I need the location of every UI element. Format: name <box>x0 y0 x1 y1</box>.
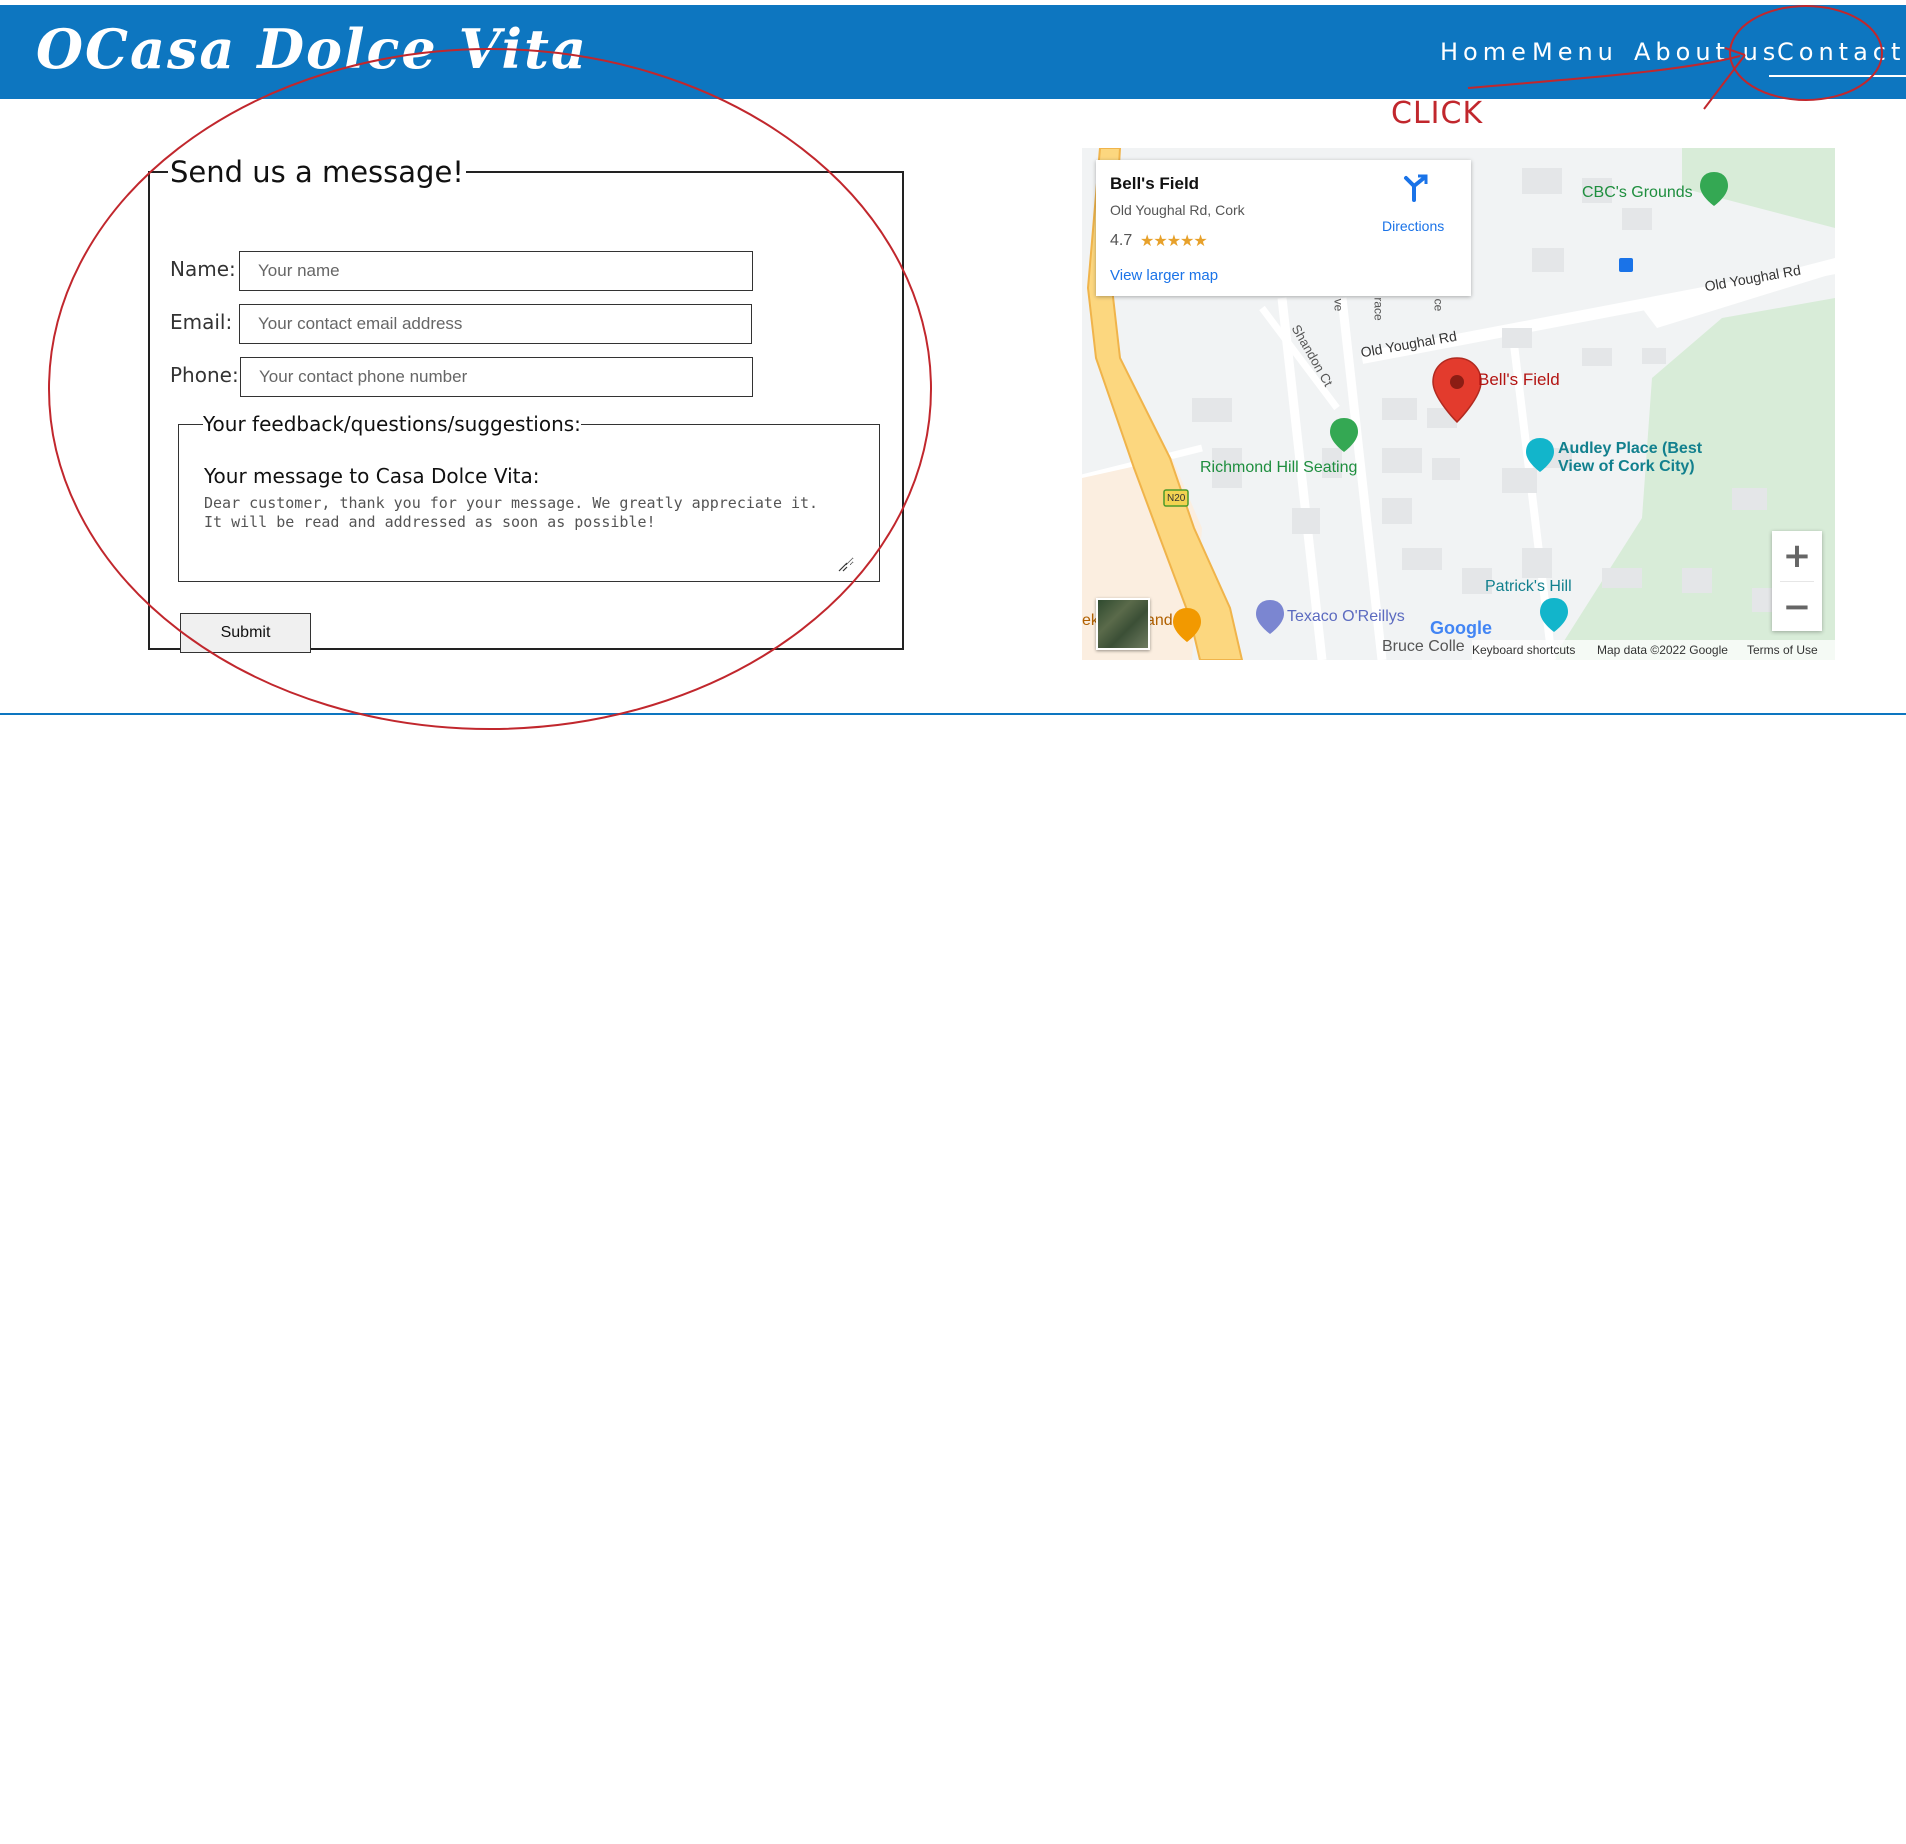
feedback-fieldset: Your feedback/questions/suggestions: You… <box>178 412 880 582</box>
name-input[interactable] <box>239 251 753 291</box>
content-divider <box>0 713 1906 715</box>
site-logo[interactable]: OCasa Dolce Vita <box>36 17 588 81</box>
embedded-map[interactable]: CBC's Grounds Old Youghal Rd Old Youghal… <box>1082 148 1835 660</box>
phone-label: Phone: <box>170 363 239 387</box>
map-label-patricks[interactable]: Patrick's Hill <box>1485 578 1572 596</box>
email-label: Email: <box>170 310 233 334</box>
google-logo-text: Google <box>1430 618 1492 638</box>
submit-button[interactable]: Submit <box>180 613 311 653</box>
map-label-bruce: Bruce Colle <box>1382 638 1465 655</box>
email-input[interactable] <box>239 304 752 344</box>
map-label-n20: N20 <box>1167 493 1186 504</box>
keyboard-shortcuts-link[interactable]: Keyboard shortcuts <box>1472 643 1575 657</box>
map-label-ve: ve <box>1331 298 1346 312</box>
form-title: Send us a message! <box>170 155 464 189</box>
name-label: Name: <box>170 257 236 281</box>
directions-icon[interactable] <box>1402 174 1428 202</box>
zoom-in-button[interactable]: + <box>1772 531 1822 581</box>
place-card: Bell's Field Old Youghal Rd, Cork 4.7 ★★… <box>1096 160 1471 296</box>
zoom-out-button[interactable]: − <box>1772 582 1822 632</box>
map-label-texaco[interactable]: Texaco O'Reillys <box>1287 608 1405 626</box>
map-label-audley-2[interactable]: View of Cork City) <box>1558 458 1695 476</box>
satellite-toggle[interactable] <box>1096 598 1150 650</box>
place-name: Bell's Field <box>1110 174 1200 193</box>
message-textarea[interactable] <box>204 494 854 566</box>
star-rating-icon: ★★★★★ <box>1140 233 1208 250</box>
map-label-richmond[interactable]: Richmond Hill Seating <box>1200 459 1357 477</box>
phone-input[interactable] <box>240 357 753 397</box>
place-rating: 4.7 <box>1110 232 1133 249</box>
resize-grip-icon[interactable] <box>838 562 848 572</box>
terms-of-use-link[interactable]: Terms of Use <box>1747 643 1818 657</box>
map-label-cbc[interactable]: CBC's Grounds <box>1582 184 1693 202</box>
map-attribution: Keyboard shortcuts Map data ©2022 Google… <box>1472 640 1835 660</box>
zoom-controls: + − <box>1772 531 1822 631</box>
map-label-bells-field[interactable]: Bell's Field <box>1478 370 1560 390</box>
nav-about-us[interactable]: About us <box>1634 38 1780 66</box>
view-larger-map-link[interactable]: View larger map <box>1110 267 1218 284</box>
nav-menu[interactable]: Menu <box>1532 38 1618 66</box>
site-header: OCasa Dolce Vita Home Menu About us Cont… <box>0 5 1906 99</box>
map-label-audley-1[interactable]: Audley Place (Best <box>1558 440 1702 458</box>
place-address: Old Youghal Rd, Cork <box>1110 202 1245 218</box>
map-label-race: race <box>1371 297 1386 321</box>
feedback-legend: Your feedback/questions/suggestions: <box>203 412 581 436</box>
directions-link[interactable]: Directions <box>1382 218 1444 234</box>
nav-contact[interactable]: Contact <box>1768 38 1906 77</box>
map-label-ce: ce <box>1431 298 1446 312</box>
map-data-text: Map data ©2022 Google <box>1597 643 1728 657</box>
click-annotation-label: CLICK <box>1391 96 1484 131</box>
google-logo: Google <box>1430 618 1492 639</box>
contact-form: Send us a message! Name: Email: Phone: Y… <box>148 155 904 653</box>
map-label-and: and <box>1146 612 1173 629</box>
nav-home[interactable]: Home <box>1440 38 1531 66</box>
message-label: Your message to Casa Dolce Vita: <box>204 464 540 488</box>
